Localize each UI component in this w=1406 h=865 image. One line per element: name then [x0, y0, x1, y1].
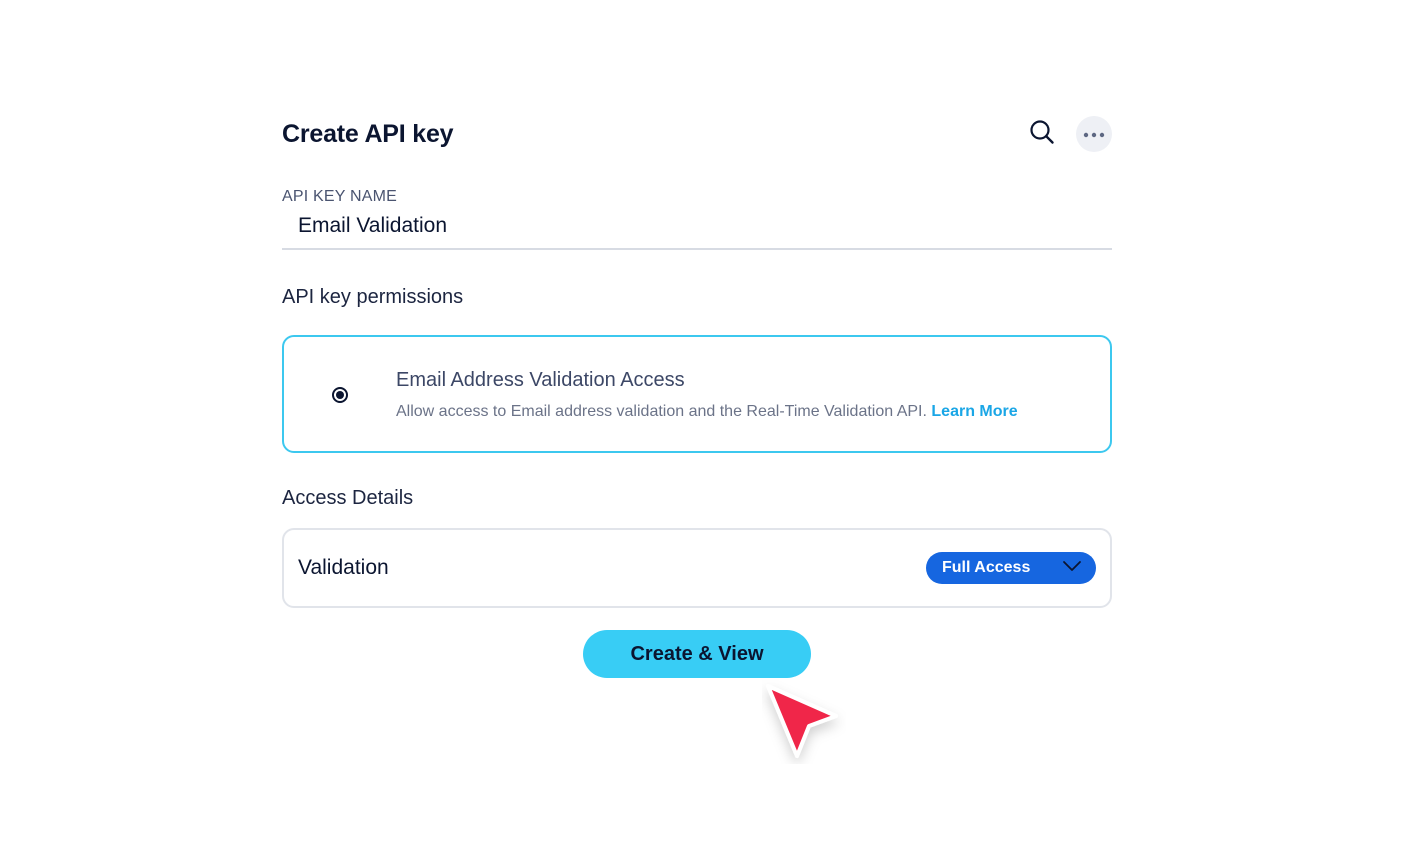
permissions-section-title: API key permissions [282, 286, 464, 308]
api-key-name-input[interactable] [282, 206, 1112, 250]
panel-header: Create API key [282, 110, 1112, 158]
create-api-key-panel: Create API key API KEY NAME Email Valida… [282, 110, 1112, 678]
create-and-view-button[interactable]: Create & View [583, 630, 811, 678]
mouse-cursor-icon [762, 680, 846, 764]
permission-option-title: Email Address Validation Access [396, 369, 685, 391]
chevron-down-icon [1062, 559, 1082, 577]
api-key-name-label: API KEY NAME [282, 188, 398, 205]
permission-radio[interactable] [332, 387, 348, 403]
access-details-row: Validation Full Access [282, 528, 1112, 608]
permission-option-description: Allow access to Email address validation… [396, 403, 1018, 421]
permission-option-card[interactable]: Email Address Validation Access Allow ac… [282, 335, 1112, 453]
permission-description-text: Allow access to Email address validation… [396, 403, 927, 420]
page-title: Create API key [282, 119, 454, 148]
radio-selected-dot [336, 391, 344, 399]
access-level-value: Full Access [942, 559, 1031, 576]
access-details-section-title: Access Details [282, 487, 414, 509]
access-row-label: Validation [298, 556, 389, 579]
more-horizontal-icon [1083, 125, 1105, 143]
learn-more-link[interactable]: Learn More [931, 403, 1017, 420]
create-button-wrap: Create & View [282, 630, 1112, 678]
search-button[interactable] [1024, 116, 1060, 152]
access-level-dropdown[interactable]: Full Access [926, 552, 1096, 584]
more-options-button[interactable] [1076, 116, 1112, 152]
canvas: Create API key API KEY NAME Email Valida… [0, 0, 1406, 865]
search-icon [1029, 119, 1055, 150]
header-actions [1024, 116, 1112, 152]
